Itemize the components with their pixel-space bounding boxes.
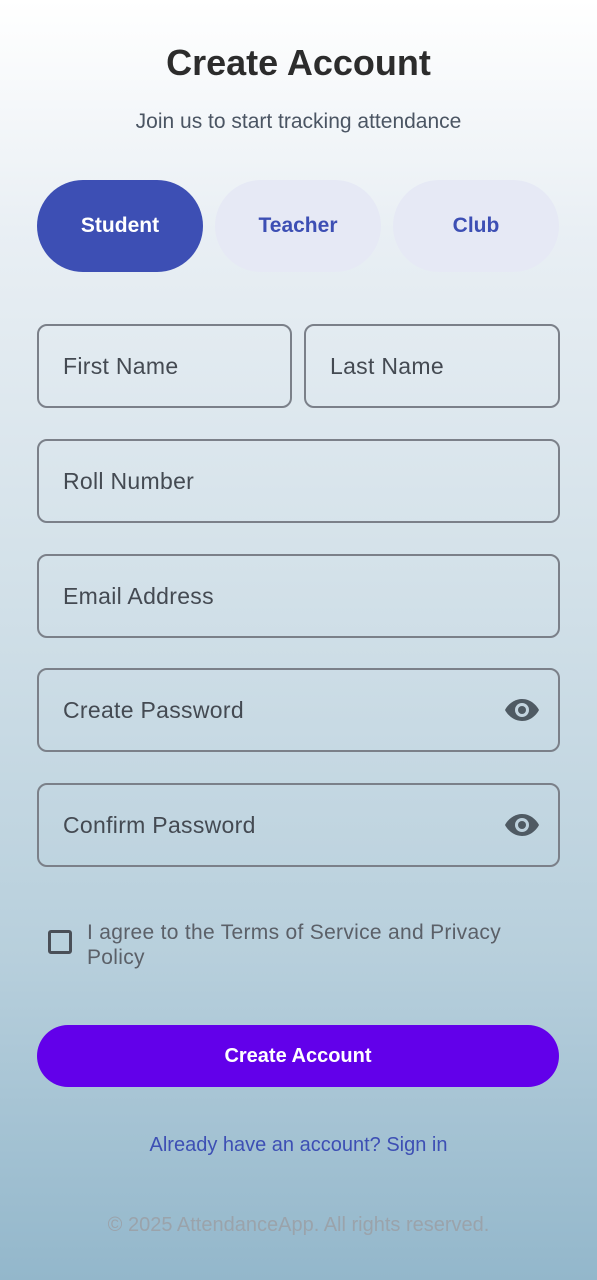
roll-number-field[interactable] bbox=[37, 439, 560, 523]
create-password-field[interactable] bbox=[37, 668, 560, 752]
footer-copyright: © 2025 AttendanceApp. All rights reserve… bbox=[107, 1214, 490, 1236]
terms-label[interactable]: I agree to the Terms of Service and Priv… bbox=[87, 920, 527, 970]
first-name-field[interactable] bbox=[37, 324, 292, 408]
email-field[interactable] bbox=[37, 554, 560, 638]
terms-checkbox[interactable] bbox=[48, 930, 72, 954]
sign-in-link[interactable]: Already have an account? Sign in bbox=[0, 1134, 597, 1157]
last-name-field[interactable] bbox=[304, 324, 560, 408]
eye-icon[interactable] bbox=[504, 697, 540, 723]
signup-screen: Create Account Join us to start tracking… bbox=[0, 0, 597, 1280]
role-tab-student[interactable]: Student bbox=[37, 180, 203, 272]
page-subtitle: Join us to start tracking attendance bbox=[135, 110, 462, 133]
roll-number-input[interactable] bbox=[63, 467, 558, 495]
page-title: Create Account bbox=[166, 42, 431, 83]
role-tab-club[interactable]: Club bbox=[393, 180, 559, 272]
create-password-input[interactable] bbox=[63, 696, 483, 724]
confirm-password-input[interactable] bbox=[63, 811, 483, 839]
email-input[interactable] bbox=[63, 582, 558, 610]
last-name-input[interactable] bbox=[330, 352, 558, 380]
first-name-input[interactable] bbox=[63, 352, 290, 380]
create-account-button[interactable]: Create Account bbox=[37, 1025, 559, 1087]
role-selector: Student Teacher Club bbox=[37, 180, 559, 272]
eye-icon[interactable] bbox=[504, 812, 540, 838]
confirm-password-field[interactable] bbox=[37, 783, 560, 867]
role-tab-teacher[interactable]: Teacher bbox=[215, 180, 381, 272]
